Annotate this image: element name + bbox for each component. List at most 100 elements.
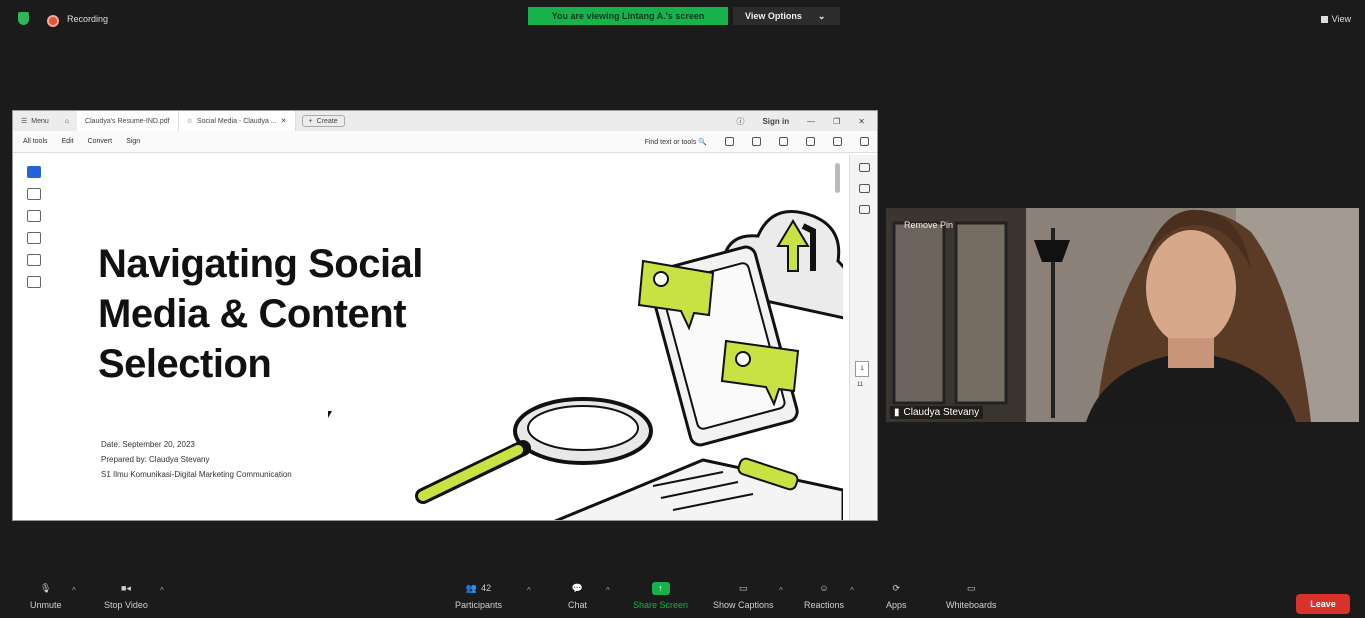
left-tool-column [23, 166, 45, 288]
comment-icon[interactable] [725, 137, 734, 146]
share-screen-icon: ↑ [651, 581, 670, 595]
view-button[interactable]: View [1320, 14, 1351, 24]
stop-video-label: Stop Video [104, 600, 148, 610]
participant-video[interactable]: Remove Pin ▮ Claudya Stevany [886, 208, 1359, 422]
scrollbar[interactable] [835, 163, 840, 193]
chat-icon: 💬 [571, 582, 584, 593]
home-icon: ⌂ [64, 117, 70, 125]
create-button[interactable]: + Create [301, 115, 345, 127]
home-button[interactable]: ⌂ [57, 111, 77, 131]
right-tool-rail [849, 155, 877, 520]
remove-pin-label[interactable]: Remove Pin [904, 220, 953, 230]
sign-menu[interactable]: Sign [126, 138, 140, 145]
edit-menu[interactable]: Edit [62, 138, 74, 145]
zoom-meeting-window: Recording You are viewing Lintang A.'s s… [0, 0, 1365, 618]
share-icon[interactable] [806, 137, 815, 146]
chevron-up-icon[interactable]: ^ [779, 586, 783, 595]
title-line: Selection [98, 342, 272, 386]
help-icon[interactable]: ⓘ [736, 116, 744, 127]
slide-prepared-by: Prepared by: Claudya Stevany [101, 455, 210, 464]
link-icon[interactable] [833, 137, 842, 146]
stamp-icon[interactable] [27, 276, 41, 288]
whiteboard-icon: ▭ [967, 582, 976, 593]
highlight-pen-icon[interactable] [27, 210, 41, 222]
convert-menu[interactable]: Convert [88, 138, 113, 145]
viewing-screen-banner: You are viewing Lintang A.'s screen [528, 7, 728, 25]
chat-button[interactable]: 💬 Chat [568, 580, 587, 611]
star-icon: ☆ [186, 118, 193, 125]
recording-icon[interactable] [47, 15, 59, 27]
participants-button[interactable]: 👥 42 Participants [455, 580, 503, 611]
find-tools-field[interactable]: Find text or tools 🔍 [645, 138, 707, 146]
chevron-up-icon[interactable]: ^ [527, 586, 531, 595]
slide-program: S1 Ilmu Komunikasi-Digital Marketing Com… [101, 470, 292, 479]
leave-button[interactable]: Leave [1296, 594, 1350, 614]
share-screen-label: Share Screen [633, 600, 689, 610]
title-line: Media & Content [98, 292, 407, 336]
view-options-button[interactable]: View Options ⌄ [733, 7, 840, 25]
meeting-top-bar: Recording You are viewing Lintang A.'s s… [0, 0, 1365, 36]
close-icon[interactable]: ✕ [281, 117, 287, 125]
recording-label: Recording [67, 14, 109, 24]
ai-assistant-icon[interactable] [752, 137, 761, 146]
whiteboards-button[interactable]: ▭ Whiteboards [946, 580, 997, 611]
view-icon [1320, 15, 1328, 23]
chevron-up-icon[interactable]: ^ [160, 586, 164, 595]
video-camera-icon: ■◂ [120, 582, 131, 593]
save-icon[interactable] [860, 137, 869, 146]
participants-label: Participants [455, 600, 503, 610]
all-tools-menu[interactable]: All tools [23, 138, 48, 145]
emoji-icon: ☺ [819, 583, 829, 593]
tab-label: Social Media - Claudya ... [196, 117, 277, 125]
minimize-icon[interactable]: — [807, 117, 815, 126]
apps-icon: ⟳ [892, 582, 901, 593]
plus-icon: + [308, 117, 313, 125]
find-label: Find text or tools [644, 138, 697, 146]
view-label: View [1331, 14, 1351, 24]
acrobat-tab-bar: ☰ Menu ⌂ Claudya's Resume-IND.pdf ☆ Soci… [13, 111, 877, 131]
slide-title: Navigating Social Media & Content Select… [98, 239, 423, 389]
chevron-up-icon[interactable]: ^ [72, 586, 76, 595]
apps-button[interactable]: ⟳ Apps [886, 580, 907, 611]
acrobat-toolbar: All tools Edit Convert Sign Find text or… [13, 131, 877, 153]
participants-icon: 👥 [465, 582, 478, 593]
shared-screen-acrobat: ☰ Menu ⌂ Claudya's Resume-IND.pdf ☆ Soci… [12, 110, 878, 521]
slide-date: Date: September 20, 2023 [101, 440, 195, 449]
view-options-label: View Options [745, 11, 802, 21]
close-window-icon[interactable]: ✕ [858, 117, 865, 126]
select-cursor-icon[interactable] [27, 166, 41, 178]
tab-resume[interactable]: Claudya's Resume-IND.pdf [77, 111, 179, 131]
print-icon[interactable] [779, 137, 788, 146]
participants-count: 42 [481, 583, 492, 593]
thumbnails-icon[interactable] [859, 205, 870, 214]
comments-icon[interactable] [859, 163, 870, 172]
menu-label: Menu [31, 117, 49, 125]
show-captions-button[interactable]: ▭ Show Captions [713, 580, 774, 611]
chevron-down-icon: ⌄ [817, 10, 826, 21]
page-number-field[interactable]: 1 [855, 361, 869, 377]
stop-video-button[interactable]: ■◂ Stop Video [104, 580, 148, 611]
tab-social-media[interactable]: ☆ Social Media - Claudya ... ✕ [178, 111, 296, 131]
draw-icon[interactable] [27, 232, 41, 244]
mouse-pointer-icon [328, 411, 334, 418]
unmute-button[interactable]: 🎙 Unmute [30, 580, 62, 611]
restore-icon[interactable]: ❐ [833, 117, 840, 126]
chevron-up-icon[interactable]: ^ [606, 586, 610, 595]
title-line: Navigating Social [98, 242, 423, 286]
share-screen-button[interactable]: ↑ Share Screen [633, 580, 688, 610]
signal-bars-icon: ▮ [894, 407, 900, 418]
whiteboards-label: Whiteboards [946, 600, 997, 610]
text-box-icon[interactable] [27, 254, 41, 266]
export-icon[interactable] [859, 184, 870, 193]
reactions-button[interactable]: ☺ Reactions [804, 580, 844, 610]
add-comment-icon[interactable] [27, 188, 41, 200]
captions-icon: ▭ [739, 582, 748, 593]
window-controls: ⓘ Sign in — ❐ ✕ [736, 116, 877, 127]
security-shield-icon[interactable] [18, 12, 29, 25]
social-media-illustration [415, 210, 843, 520]
hamburger-icon: ☰ [21, 118, 28, 125]
show-captions-label: Show Captions [713, 600, 774, 610]
sign-in-button[interactable]: Sign in [762, 117, 789, 126]
chevron-up-icon[interactable]: ^ [850, 586, 854, 595]
menu-button[interactable]: ☰ Menu [13, 111, 57, 131]
